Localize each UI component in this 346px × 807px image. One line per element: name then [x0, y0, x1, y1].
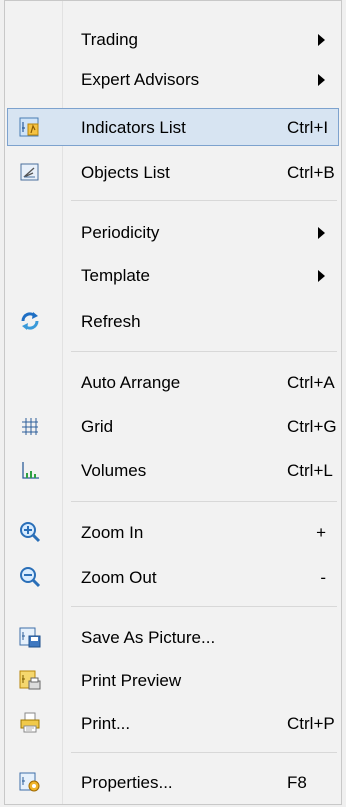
menu-item-label: Properties...: [81, 773, 173, 792]
menu-separator: [71, 351, 337, 352]
print-preview-icon: [19, 669, 41, 691]
menu-item-expert-advisors[interactable]: Expert Advisors: [7, 60, 339, 98]
menu-item-label: Auto Arrange: [81, 373, 181, 392]
menu-item-zoom-out[interactable]: Zoom Out -: [7, 558, 339, 596]
menu-item-save-as-picture[interactable]: Save As Picture...: [7, 618, 339, 656]
menu-item-label: Trading: [81, 30, 139, 49]
refresh-icon: [19, 310, 41, 332]
menu-item-shortcut: Ctrl+I: [287, 118, 329, 137]
save-picture-icon: [19, 626, 41, 648]
menu-item-auto-arrange[interactable]: Auto Arrange Ctrl+A: [7, 363, 339, 401]
menu-item-volumes[interactable]: Volumes Ctrl+L: [7, 451, 339, 489]
menu-item-periodicity[interactable]: Periodicity: [7, 213, 339, 251]
menu-separator: [71, 501, 337, 502]
volumes-icon: [19, 459, 41, 481]
menu-item-shortcut: -: [320, 568, 326, 587]
menu-separator: [71, 200, 337, 201]
menu-item-shortcut: +: [316, 523, 326, 542]
grid-icon: [19, 415, 41, 437]
submenu-arrow-icon: [318, 74, 325, 86]
menu-item-indicators-list[interactable]: Indicators List Ctrl+I: [7, 108, 339, 146]
printer-icon: [19, 712, 41, 734]
menu-item-zoom-in[interactable]: Zoom In +: [7, 513, 339, 551]
menu-item-label: Template: [81, 266, 150, 285]
menu-item-label: Expert Advisors: [81, 70, 200, 89]
indicators-list-icon: [19, 116, 41, 138]
zoom-out-icon: [19, 566, 41, 588]
menu-item-trading[interactable]: Trading: [7, 20, 339, 58]
zoom-in-icon: [19, 521, 41, 543]
menu-item-label: Print Preview: [81, 671, 182, 690]
menu-separator: [71, 752, 337, 753]
submenu-arrow-icon: [318, 270, 325, 282]
menu-item-refresh[interactable]: Refresh: [7, 302, 339, 340]
menu-item-label: Periodicity: [81, 223, 160, 242]
objects-list-icon: [19, 161, 41, 183]
submenu-arrow-icon: [318, 227, 325, 239]
menu-item-shortcut: Ctrl+G: [287, 417, 337, 436]
menu-separator: [71, 606, 337, 607]
menu-item-grid[interactable]: Grid Ctrl+G: [7, 407, 339, 445]
menu-item-print[interactable]: Print... Ctrl+P: [7, 704, 339, 742]
context-menu: Trading Expert Advisors Indicators List …: [4, 0, 342, 805]
menu-item-label: Indicators List: [81, 118, 186, 137]
menu-item-properties[interactable]: Properties... F8: [7, 763, 339, 801]
menu-item-label: Zoom Out: [81, 568, 157, 587]
properties-icon: [19, 771, 41, 793]
menu-item-label: Save As Picture...: [81, 628, 216, 647]
menu-item-shortcut: Ctrl+L: [287, 461, 333, 480]
submenu-arrow-icon: [318, 34, 325, 46]
menu-item-label: Print...: [81, 714, 131, 733]
menu-item-label: Objects List: [81, 163, 170, 182]
menu-item-shortcut: F8: [287, 773, 307, 792]
menu-item-label: Zoom In: [81, 523, 144, 542]
menu-item-shortcut: Ctrl+B: [287, 163, 335, 182]
menu-item-objects-list[interactable]: Objects List Ctrl+B: [7, 153, 339, 191]
menu-item-label: Grid: [81, 417, 114, 436]
menu-item-label: Volumes: [81, 461, 147, 480]
menu-item-template[interactable]: Template: [7, 256, 339, 294]
menu-item-shortcut: Ctrl+P: [287, 714, 335, 733]
menu-item-label: Refresh: [81, 312, 141, 331]
menu-item-print-preview[interactable]: Print Preview: [7, 661, 339, 699]
menu-item-shortcut: Ctrl+A: [287, 373, 335, 392]
